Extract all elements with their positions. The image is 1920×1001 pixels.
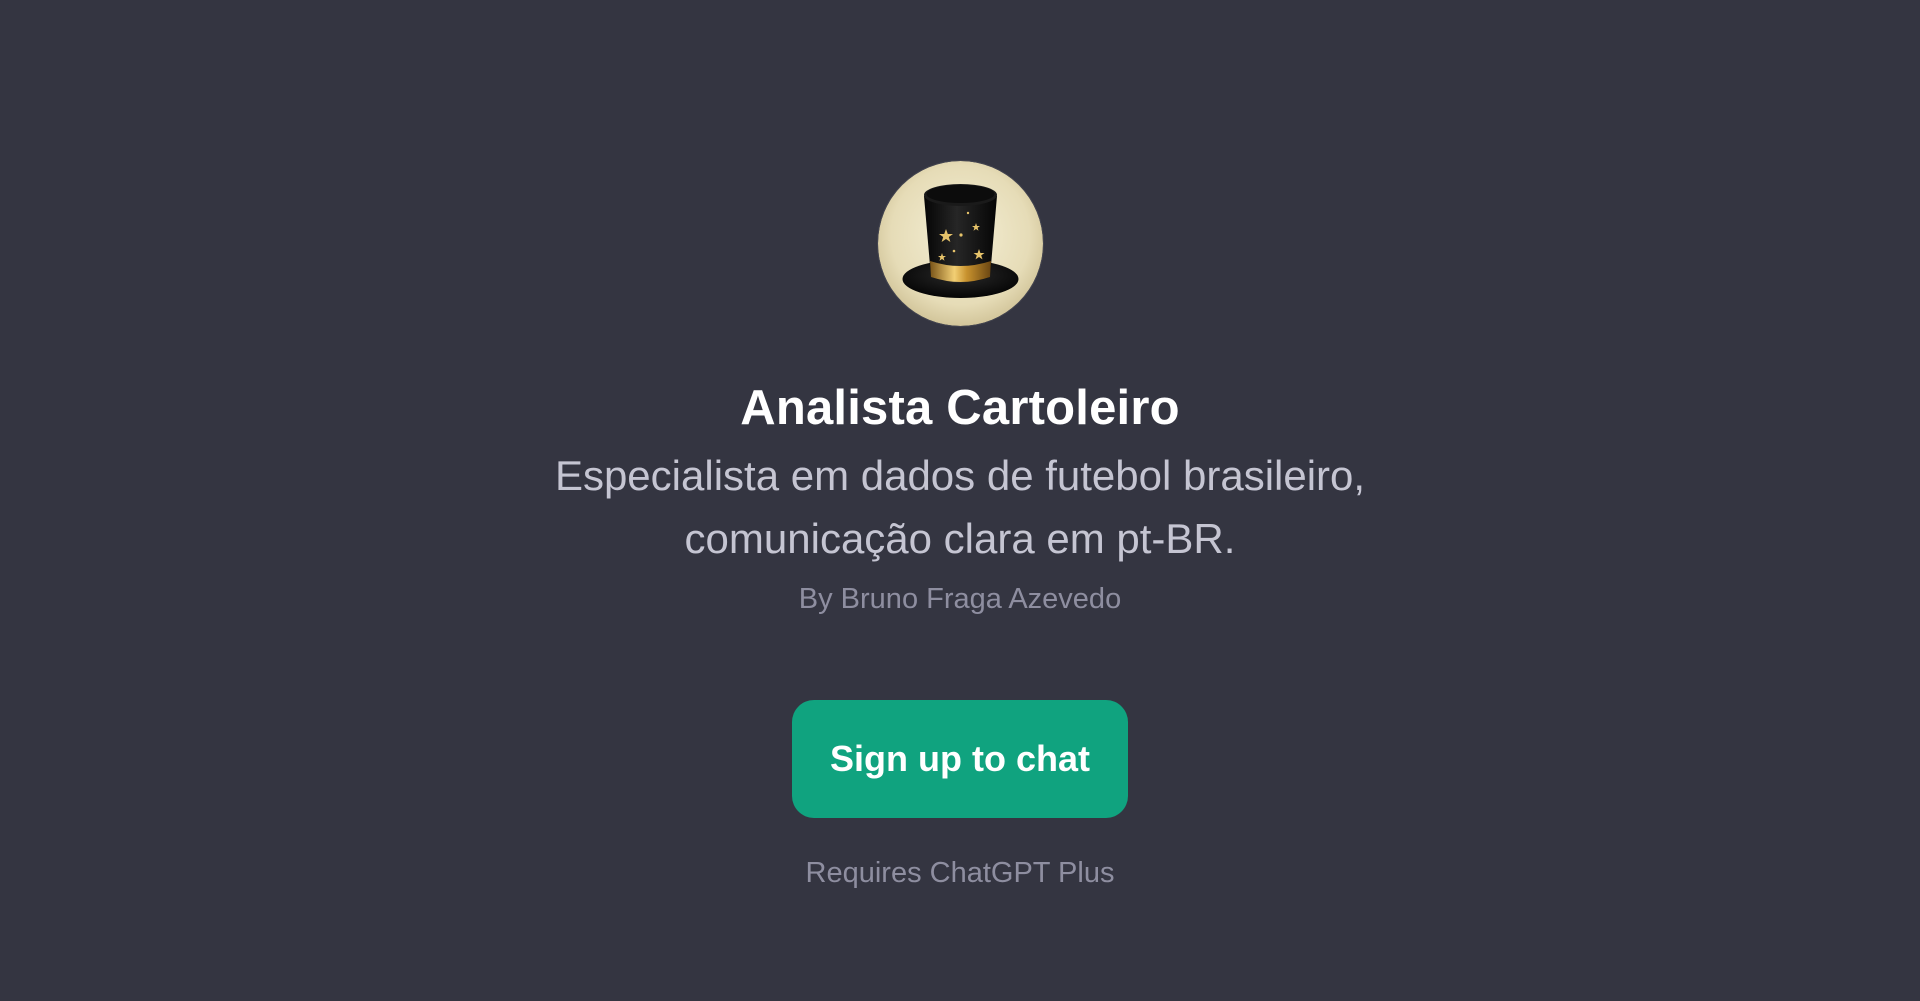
top-hat-icon (877, 161, 1043, 326)
sign-up-to-chat-button[interactable]: Sign up to chat (792, 700, 1128, 818)
gpt-title: Analista Cartoleiro (740, 381, 1180, 435)
gpt-author: By Bruno Fraga Azevedo (798, 583, 1122, 615)
requirement-note: Requires ChatGPT Plus (805, 857, 1115, 889)
gpt-description: Especialista em dados de futebol brasile… (554, 452, 1366, 562)
gpt-profile: Analista Cartoleiro Especialista em dado… (0, 0, 1920, 894)
gpt-avatar (877, 161, 1043, 326)
gpt-landing-page: Analista Cartoleiro Especialista em dado… (0, 0, 1920, 1001)
